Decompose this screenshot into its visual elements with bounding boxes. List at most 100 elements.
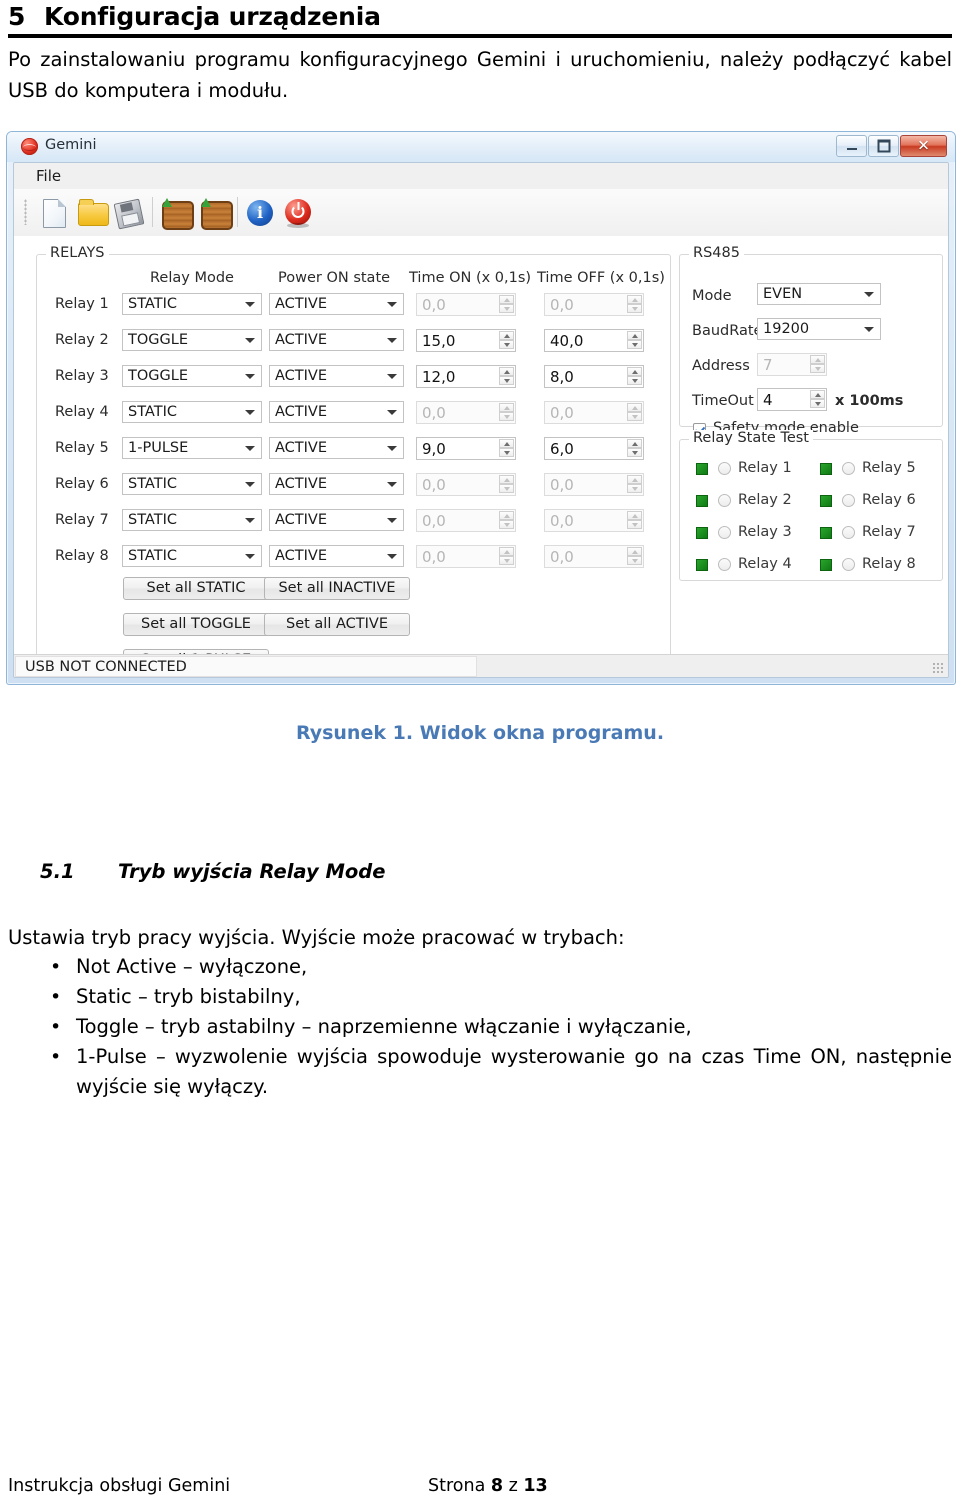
stepper-buttons[interactable]	[499, 331, 514, 350]
time-on-stepper-4[interactable]: 0,0	[416, 401, 516, 424]
time-off-stepper-6[interactable]: 0,0	[544, 473, 644, 496]
time-on-stepper-2[interactable]: 15,0	[416, 329, 516, 352]
relay-test-label-7: Relay 7	[862, 524, 916, 540]
time-on-stepper-7[interactable]: 0,0	[416, 509, 516, 532]
maximize-button[interactable]	[868, 135, 899, 157]
minimize-button[interactable]	[836, 135, 867, 157]
toolbar-grip[interactable]	[24, 199, 27, 225]
relay-mode-select-1[interactable]: STATIC	[122, 293, 262, 315]
relay-mode-select-5[interactable]: 1-PULSE	[122, 437, 262, 459]
stepper-buttons[interactable]	[499, 439, 514, 458]
window-titlebar[interactable]: Gemini ✕	[7, 132, 955, 162]
time-off-value-4: 0,0	[550, 404, 574, 422]
stepper-buttons[interactable]	[499, 403, 514, 422]
set-all-active-button[interactable]: Set all ACTIVE	[264, 613, 410, 636]
baudrate-select[interactable]: 19200	[757, 318, 881, 340]
time-off-stepper-7[interactable]: 0,0	[544, 509, 644, 532]
stepper-buttons[interactable]	[627, 295, 642, 314]
relay-test-radio-4[interactable]	[718, 558, 731, 571]
window-title: Gemini	[45, 137, 97, 153]
resize-grip[interactable]	[932, 662, 944, 674]
stepper-buttons[interactable]	[499, 547, 514, 566]
relay-row-label-7: Relay 7	[55, 512, 109, 528]
timeout-unit: x 100ms	[835, 393, 904, 409]
stepper-buttons[interactable]	[627, 547, 642, 566]
time-on-stepper-1[interactable]: 0,0	[416, 293, 516, 316]
relay-mode-select-6[interactable]: STATIC	[122, 473, 262, 495]
time-on-stepper-5[interactable]: 9,0	[416, 437, 516, 460]
mode-select[interactable]: EVEN	[757, 283, 881, 305]
chevron-down-icon	[245, 302, 255, 307]
save-button[interactable]	[111, 194, 147, 232]
stepper-buttons[interactable]	[627, 403, 642, 422]
write-module-button[interactable]	[197, 194, 233, 232]
relay-test-radio-8[interactable]	[842, 558, 855, 571]
stepper-buttons[interactable]	[499, 295, 514, 314]
relay-test-radio-6[interactable]	[842, 494, 855, 507]
baudrate-value: 19200	[763, 321, 810, 337]
relay-test-radio-7[interactable]	[842, 526, 855, 539]
set-all-toggle-button[interactable]: Set all TOGGLE	[123, 613, 269, 636]
relay-mode-select-8[interactable]: STATIC	[122, 545, 262, 567]
power-on-state-select-7[interactable]: ACTIVE	[269, 509, 404, 531]
relay-row-label-3: Relay 3	[55, 368, 109, 384]
power-on-state-select-1[interactable]: ACTIVE	[269, 293, 404, 315]
power-on-state-select-3[interactable]: ACTIVE	[269, 365, 404, 387]
time-off-stepper-2[interactable]: 40,0	[544, 329, 644, 352]
stepper-down-icon	[627, 304, 642, 313]
power-on-state-select-4[interactable]: ACTIVE	[269, 401, 404, 423]
stepper-buttons[interactable]	[627, 439, 642, 458]
address-stepper[interactable]: 7	[757, 353, 827, 376]
time-off-stepper-8[interactable]: 0,0	[544, 545, 644, 568]
stepper-buttons[interactable]	[499, 367, 514, 386]
relay-led-6	[820, 495, 832, 507]
relay-mode-value-6: STATIC	[128, 476, 177, 492]
power-on-state-select-2[interactable]: ACTIVE	[269, 329, 404, 351]
timeout-stepper[interactable]: 4	[757, 388, 827, 411]
power-on-state-value-1: ACTIVE	[275, 296, 328, 312]
power-on-state-select-6[interactable]: ACTIVE	[269, 473, 404, 495]
relay-test-label-8: Relay 8	[862, 556, 916, 572]
time-off-stepper-3[interactable]: 8,0	[544, 365, 644, 388]
relay-mode-select-7[interactable]: STATIC	[122, 509, 262, 531]
read-module-button[interactable]	[158, 194, 194, 232]
power-button[interactable]	[280, 194, 316, 232]
relay-mode-select-3[interactable]: TOGGLE	[122, 365, 262, 387]
new-file-button[interactable]	[36, 194, 72, 232]
relay-mode-select-2[interactable]: TOGGLE	[122, 329, 262, 351]
menu-item-file[interactable]: File	[36, 167, 61, 185]
time-on-stepper-6[interactable]: 0,0	[416, 473, 516, 496]
time-on-stepper-3[interactable]: 12,0	[416, 365, 516, 388]
bullet-marker: •	[50, 1016, 62, 1038]
set-all-static-button[interactable]: Set all STATIC	[123, 577, 269, 600]
relay-test-radio-5[interactable]	[842, 462, 855, 475]
minimize-icon	[846, 145, 857, 150]
power-on-state-select-5[interactable]: ACTIVE	[269, 437, 404, 459]
stepper-buttons[interactable]	[810, 390, 825, 409]
relay-mode-select-4[interactable]: STATIC	[122, 401, 262, 423]
relay-test-radio-3[interactable]	[718, 526, 731, 539]
stepper-buttons[interactable]	[627, 475, 642, 494]
time-off-value-3: 8,0	[550, 368, 574, 386]
stepper-buttons[interactable]	[627, 331, 642, 350]
time-off-stepper-1[interactable]: 0,0	[544, 293, 644, 316]
time-off-stepper-4[interactable]: 0,0	[544, 401, 644, 424]
stepper-down-icon	[627, 520, 642, 529]
stepper-buttons[interactable]	[810, 355, 825, 374]
stepper-buttons[interactable]	[499, 511, 514, 530]
power-on-state-select-8[interactable]: ACTIVE	[269, 545, 404, 567]
stepper-buttons[interactable]	[627, 511, 642, 530]
time-on-stepper-8[interactable]: 0,0	[416, 545, 516, 568]
list-item-text: Toggle – tryb astabilny – naprzemienne w…	[76, 1015, 692, 1038]
stepper-down-icon	[810, 399, 825, 408]
info-button[interactable]: i	[242, 194, 278, 232]
open-folder-button[interactable]	[74, 194, 110, 232]
relay-test-radio-2[interactable]	[718, 494, 731, 507]
relay-test-radio-1[interactable]	[718, 462, 731, 475]
time-off-stepper-5[interactable]: 6,0	[544, 437, 644, 460]
bullet-marker: •	[50, 1046, 62, 1068]
close-button[interactable]: ✕	[900, 135, 947, 157]
set-all-inactive-button[interactable]: Set all INACTIVE	[264, 577, 410, 600]
stepper-buttons[interactable]	[499, 475, 514, 494]
stepper-buttons[interactable]	[627, 367, 642, 386]
